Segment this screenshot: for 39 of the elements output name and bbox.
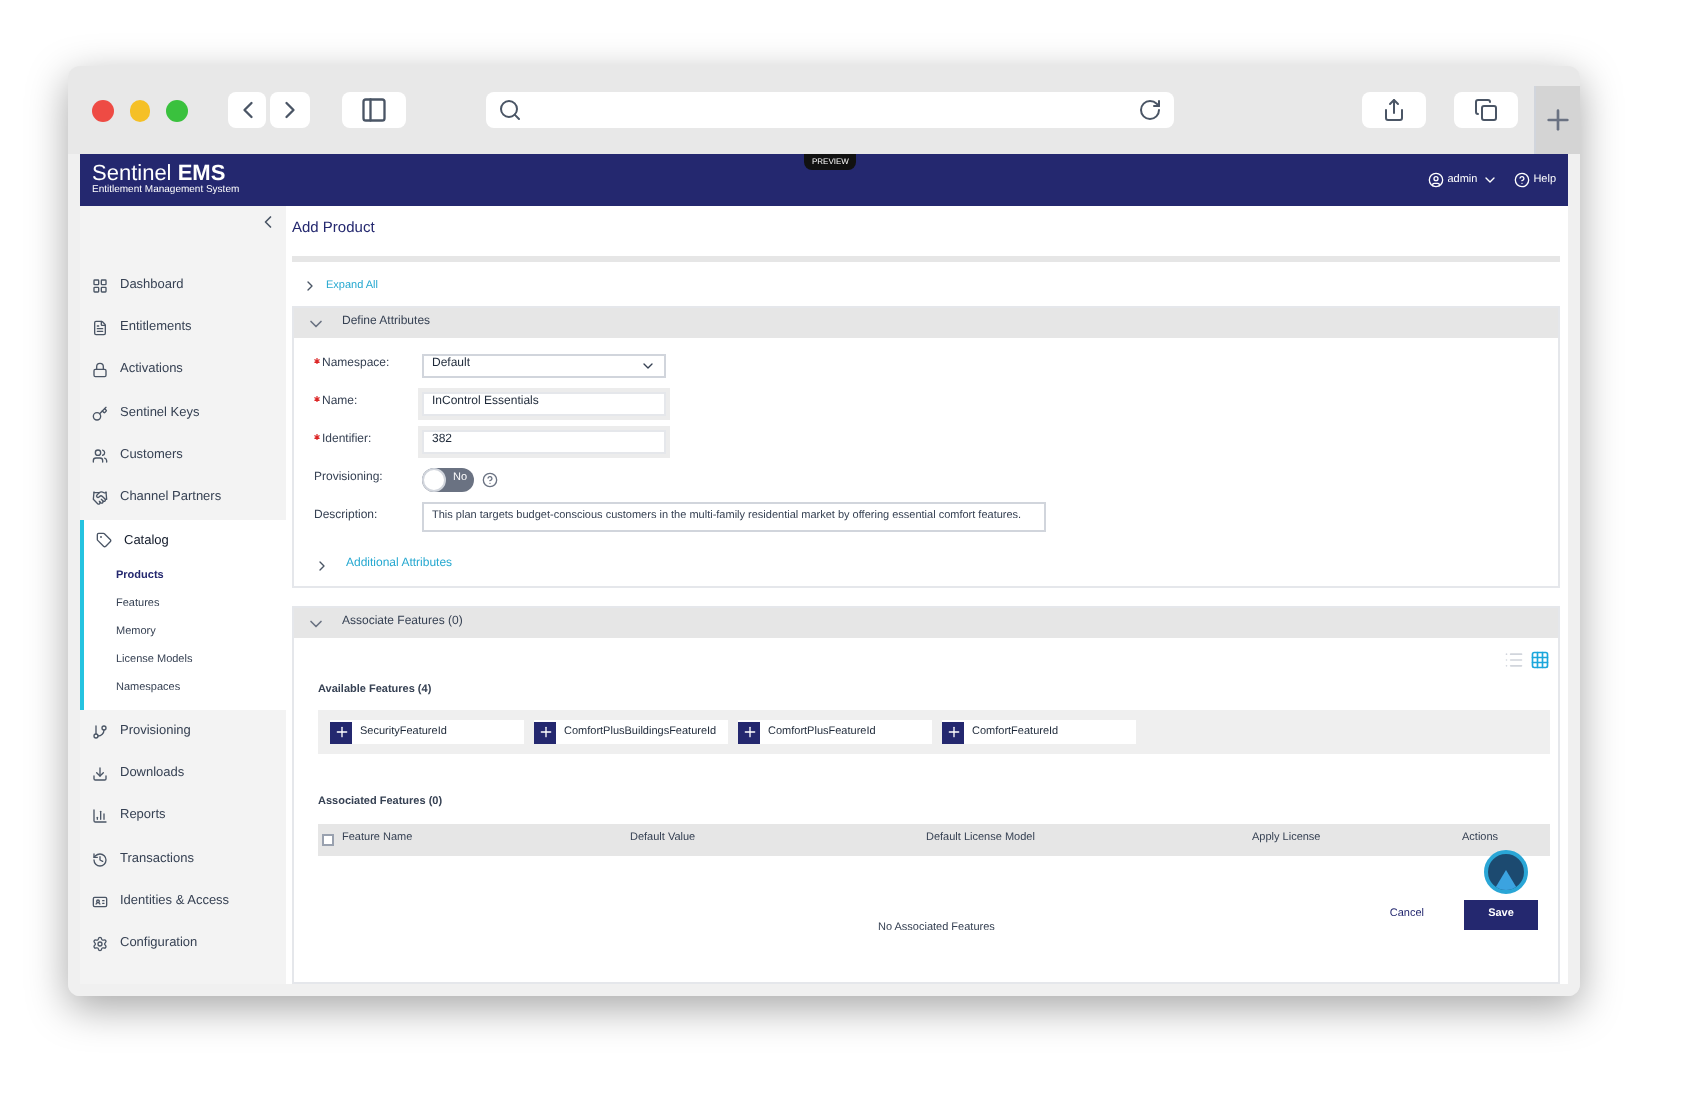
brand-logo[interactable]: Sentinel EMS [92, 164, 240, 186]
tabs-button[interactable] [1453, 92, 1518, 128]
users-icon [92, 447, 108, 464]
share-button[interactable] [1361, 92, 1426, 128]
add-icon[interactable] [738, 721, 760, 744]
grid-icon [92, 277, 108, 294]
tag-icon [96, 532, 112, 549]
help-icon [1513, 172, 1530, 188]
lock-icon [92, 362, 108, 379]
new-tab-button[interactable] [1533, 86, 1580, 154]
download-icon [92, 766, 108, 783]
add-icon[interactable] [534, 721, 556, 744]
chevron-right-icon [302, 278, 318, 294]
chevron-right-icon [314, 557, 330, 573]
sidebar-panel-icon [359, 96, 388, 124]
sidebar-toggle-button[interactable] [341, 92, 406, 128]
close-window-icon[interactable] [92, 99, 114, 121]
add-icon[interactable] [330, 721, 352, 744]
document-icon [92, 319, 108, 336]
bar-chart-icon [92, 808, 108, 825]
help-icon[interactable] [482, 471, 498, 487]
settings-icon [92, 936, 108, 953]
caret-icon [1481, 172, 1498, 188]
share-icon [1381, 98, 1406, 122]
search-icon [497, 98, 522, 122]
plus-icon [1541, 104, 1574, 136]
user-icon [1427, 172, 1444, 188]
id-card-icon [92, 893, 108, 910]
add-icon[interactable] [942, 721, 964, 744]
select-all-checkbox[interactable] [322, 833, 334, 845]
reload-icon[interactable] [1137, 98, 1162, 122]
branch-icon [92, 723, 108, 740]
tabs-icon [1473, 98, 1498, 122]
handshake-icon [92, 490, 108, 507]
back-button[interactable] [228, 92, 267, 128]
history-icon [92, 851, 108, 868]
key-icon [92, 405, 108, 422]
grid-view-button[interactable] [1530, 650, 1550, 670]
forward-button[interactable] [270, 92, 310, 128]
